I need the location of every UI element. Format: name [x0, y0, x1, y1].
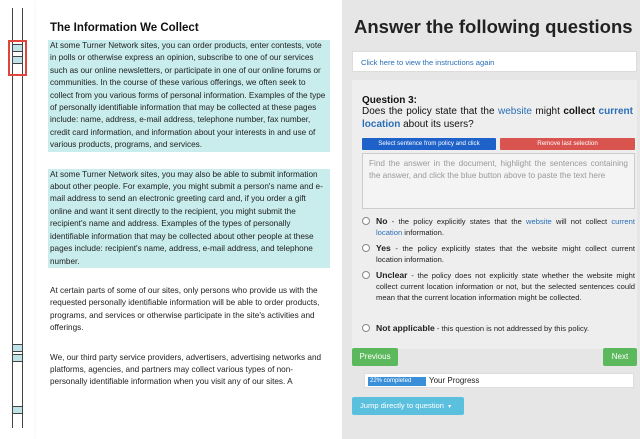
document-paragraph[interactable]: We, our third party service providers, a… — [48, 352, 330, 389]
question-link-website[interactable]: website — [498, 106, 532, 117]
caret-down-icon: ▾ — [448, 404, 452, 410]
instructions-link[interactable]: Click here to view the instructions agai… — [361, 58, 494, 67]
minimap-viewport-thumb[interactable] — [8, 40, 27, 76]
option-not-applicable[interactable]: Not applicable - this question is not ad… — [362, 323, 635, 334]
questions-pane: Answer the following questions Click her… — [342, 0, 640, 439]
radio-no[interactable] — [362, 217, 370, 225]
option-yes[interactable]: Yes - the policy explicitly states that … — [362, 243, 635, 265]
document-minimap[interactable] — [0, 0, 36, 439]
question-number: Question 3: — [362, 95, 418, 106]
minimap-highlight-mark — [13, 344, 22, 352]
remove-last-selection-button[interactable]: Remove last selection — [500, 138, 635, 150]
answer-textarea[interactable]: Find the answer in the document, highlig… — [362, 153, 635, 209]
policy-document-pane: The Information We Collect At some Turne… — [36, 0, 342, 439]
questions-header: Answer the following questions — [354, 16, 633, 37]
progress-bar: 22% completed Your Progress — [364, 373, 634, 388]
next-button[interactable]: Next — [603, 348, 637, 366]
minimap-highlight-mark — [13, 406, 22, 414]
instructions-box: Click here to view the instructions agai… — [352, 51, 637, 72]
option-unclear[interactable]: Unclear - the policy does not explicitly… — [362, 270, 635, 303]
radio-unclear[interactable] — [362, 271, 370, 279]
question-panel: Question 3: Does the policy state that t… — [352, 80, 637, 349]
progress-bar-fill: 22% completed — [368, 377, 426, 386]
jump-to-question-button[interactable]: Jump directly to question ▾ — [352, 397, 464, 415]
radio-not-applicable[interactable] — [362, 324, 370, 332]
select-sentence-button[interactable]: Select sentence from policy and click — [362, 138, 496, 150]
previous-button[interactable]: Previous — [352, 348, 398, 366]
minimap-highlight-mark — [13, 354, 22, 362]
document-paragraph[interactable]: At some Turner Network sites, you may al… — [48, 168, 330, 268]
document-paragraph[interactable]: At certain parts of some of our sites, o… — [48, 285, 330, 335]
document-paragraph[interactable]: At some Turner Network sites, you can or… — [48, 40, 330, 152]
progress-label: Your Progress — [429, 376, 480, 385]
option-no[interactable]: No - the policy explicitly states that t… — [362, 216, 635, 238]
document-section-title: The Information We Collect — [50, 22, 199, 34]
question-text: Does the policy state that the website m… — [362, 106, 633, 130]
radio-yes[interactable] — [362, 244, 370, 252]
